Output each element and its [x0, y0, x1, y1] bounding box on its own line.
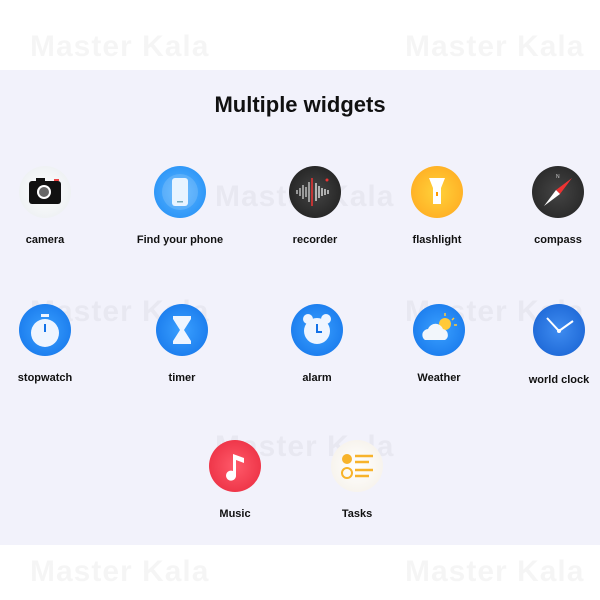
- alarm-clock-icon: [291, 304, 343, 356]
- tasks-icon: [331, 440, 383, 492]
- widget-weather[interactable]: Weather: [374, 304, 504, 384]
- widget-compass[interactable]: N compass: [493, 166, 600, 246]
- watermark: Master Kala: [30, 555, 209, 589]
- widget-music[interactable]: Music: [170, 440, 300, 520]
- world-clock-icon: [533, 304, 585, 356]
- svg-text:N: N: [556, 174, 560, 180]
- widget-label: camera: [25, 234, 65, 246]
- weather-icon: [413, 304, 465, 356]
- phone-icon: [154, 166, 206, 218]
- camera-icon: [19, 166, 71, 218]
- widget-find-your-phone[interactable]: Find your phone: [115, 166, 245, 246]
- widget-label: flashlight: [412, 234, 462, 246]
- widget-world-clock[interactable]: world clock: [494, 304, 600, 386]
- widget-label: Find your phone: [136, 234, 224, 246]
- widget-label: Weather: [417, 372, 461, 384]
- widget-alarm[interactable]: alarm: [252, 304, 382, 384]
- widget-label: Music: [219, 508, 251, 520]
- widget-label: Tasks: [341, 508, 373, 520]
- hourglass-icon: [156, 304, 208, 356]
- page-title: Multiple widgets: [214, 92, 386, 117]
- widget-flashlight[interactable]: flashlight: [372, 166, 502, 246]
- watermark: Master Kala: [405, 555, 584, 589]
- music-note-icon: [209, 440, 261, 492]
- widget-label: compass: [534, 234, 582, 246]
- stopwatch-icon: [19, 304, 71, 356]
- widget-tasks[interactable]: Tasks: [292, 440, 422, 520]
- widget-recorder[interactable]: recorder: [250, 166, 380, 246]
- flashlight-icon: [411, 166, 463, 218]
- widget-label: timer: [168, 372, 196, 384]
- compass-icon: N: [532, 166, 584, 218]
- watermark: Master Kala: [30, 30, 209, 64]
- widget-label: stopwatch: [17, 372, 73, 384]
- widget-label: world clock: [528, 374, 590, 386]
- widget-camera[interactable]: camera: [0, 166, 110, 246]
- widget-stopwatch[interactable]: stopwatch: [0, 304, 110, 384]
- watermark: Master Kala: [405, 30, 584, 64]
- widget-label: alarm: [302, 372, 332, 384]
- widget-timer[interactable]: timer: [117, 304, 247, 384]
- recorder-icon: [289, 166, 341, 218]
- widget-label: recorder: [292, 234, 338, 246]
